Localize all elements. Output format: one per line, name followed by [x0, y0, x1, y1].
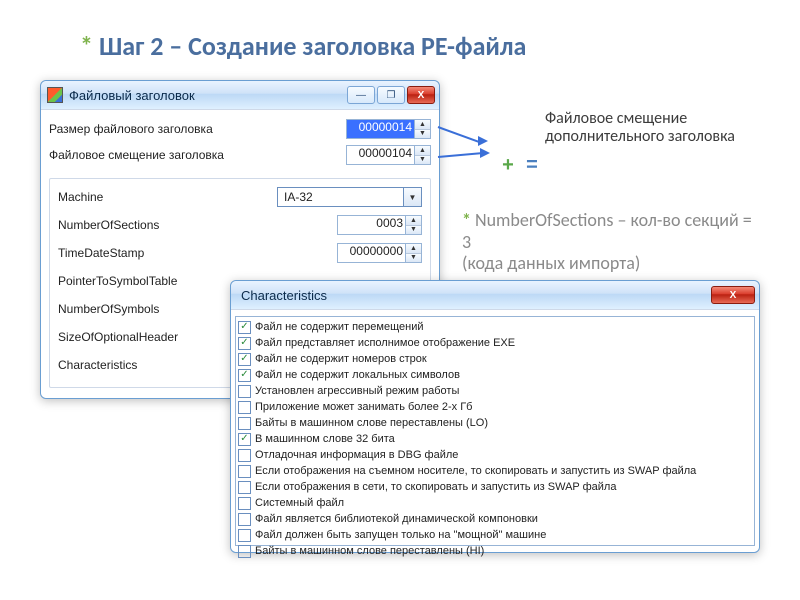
characteristics-item-label: Файл не содержит перемещений: [255, 321, 424, 333]
checkbox[interactable]: [238, 481, 251, 494]
checkbox[interactable]: [238, 433, 251, 446]
characteristics-item[interactable]: Файл является библиотекой динамической к…: [238, 511, 752, 527]
characteristics-item-label: Системный файл: [255, 497, 344, 509]
header-size-field[interactable]: 00000014 ▲▼: [346, 119, 431, 139]
characteristics-item-label: Если отображения в сети, то скопировать …: [255, 481, 616, 493]
characteristics-item[interactable]: Файл представляет исполнимое отображение…: [238, 335, 752, 351]
characteristics-item-label: В машинном слове 32 бита: [255, 433, 395, 445]
bullet-star-icon: *: [462, 209, 471, 231]
annotation-numsections-b: (кода данных импорта): [462, 252, 640, 274]
timedatestamp-value: 00000000: [350, 244, 403, 258]
header-size-label: Размер файлового заголовка: [49, 122, 346, 136]
characteristics-item[interactable]: Байты в машинном слове переставлены (LO): [238, 415, 752, 431]
characteristics-item[interactable]: Файл не содержит перемещений: [238, 319, 752, 335]
app-icon: [47, 87, 63, 103]
maximize-button[interactable]: ❐: [377, 86, 405, 104]
checkbox[interactable]: [238, 385, 251, 398]
characteristics-window: Characteristics X Файл не содержит перем…: [230, 280, 760, 553]
spin-up-icon[interactable]: ▲: [415, 120, 430, 130]
arrows-graphic: [438, 118, 498, 178]
checkbox[interactable]: [238, 353, 251, 366]
characteristics-item[interactable]: Файл должен быть запущен только на "мощн…: [238, 527, 752, 543]
characteristics-item-label: Байты в машинном слове переставлены (LO): [255, 417, 488, 429]
checkbox[interactable]: [238, 369, 251, 382]
characteristics-item-label: Файл представляет исполнимое отображение…: [255, 337, 515, 349]
characteristics-list[interactable]: Файл не содержит перемещений Файл предста…: [235, 316, 755, 546]
header-size-value: 00000014: [359, 120, 412, 134]
numsections-field[interactable]: 0003 ▲▼: [337, 215, 422, 235]
characteristics-item[interactable]: Если отображения на съемном носителе, то…: [238, 463, 752, 479]
spin-down-icon[interactable]: ▼: [415, 130, 430, 139]
checkbox[interactable]: [238, 465, 251, 478]
checkbox[interactable]: [238, 337, 251, 350]
characteristics-item[interactable]: Отладочная информация в DBG файле: [238, 447, 752, 463]
machine-label: Machine: [58, 190, 277, 204]
checkbox[interactable]: [238, 497, 251, 510]
annotation-numsections: *NumberOfSections – кол-во секций = 3 (к…: [462, 210, 762, 275]
checkbox[interactable]: [238, 545, 251, 558]
characteristics-item-label: Байты в машинном слове переставлены (HI): [255, 545, 484, 557]
file-header-titlebar[interactable]: Файловый заголовок — ❐ X: [41, 81, 439, 109]
characteristics-item-label: Файл не содержит локальных символов: [255, 369, 460, 381]
close-button[interactable]: X: [407, 86, 435, 104]
header-offset-field[interactable]: 00000104 ▲▼: [346, 145, 431, 165]
machine-combo[interactable]: IA-32 ▼: [277, 187, 422, 207]
spinner[interactable]: ▲▼: [405, 244, 421, 262]
spin-up-icon[interactable]: ▲: [415, 146, 430, 156]
spinner[interactable]: ▲▼: [405, 216, 421, 234]
numsections-label: NumberOfSections: [58, 218, 337, 232]
slide-title: *Шаг 2 – Создание заголовка PE-файла: [80, 30, 526, 62]
characteristics-item[interactable]: Байты в машинном слове переставлены (HI): [238, 543, 752, 559]
minimize-button[interactable]: —: [347, 86, 375, 104]
characteristics-item[interactable]: Установлен агрессивный режим работы: [238, 383, 752, 399]
file-header-title: Файловый заголовок: [69, 88, 347, 103]
checkbox[interactable]: [238, 321, 251, 334]
characteristics-titlebar[interactable]: Characteristics X: [231, 281, 759, 309]
characteristics-title: Characteristics: [237, 288, 711, 303]
bullet-star-icon: *: [80, 30, 93, 62]
equals-icon: =: [522, 155, 542, 175]
characteristics-item-label: Если отображения на съемном носителе, то…: [255, 465, 696, 477]
timedatestamp-field[interactable]: 00000000 ▲▼: [337, 243, 422, 263]
close-button[interactable]: X: [711, 286, 755, 304]
checkbox[interactable]: [238, 513, 251, 526]
characteristics-item[interactable]: Если отображения в сети, то скопировать …: [238, 479, 752, 495]
header-offset-value: 00000104: [359, 146, 412, 160]
numsections-value: 0003: [376, 216, 403, 230]
characteristics-item-label: Файл не содержит номеров строк: [255, 353, 427, 365]
characteristics-item[interactable]: Файл не содержит локальных символов: [238, 367, 752, 383]
characteristics-item-label: Файл должен быть запущен только на "мощн…: [255, 529, 546, 541]
plus-icon: +: [498, 155, 518, 175]
characteristics-item[interactable]: Системный файл: [238, 495, 752, 511]
spin-up-icon[interactable]: ▲: [406, 244, 421, 254]
spin-down-icon[interactable]: ▼: [406, 254, 421, 263]
characteristics-item-label: Установлен агрессивный режим работы: [255, 385, 459, 397]
checkbox[interactable]: [238, 417, 251, 430]
spin-up-icon[interactable]: ▲: [406, 216, 421, 226]
spinner[interactable]: ▲▼: [414, 146, 430, 164]
checkbox[interactable]: [238, 529, 251, 542]
spinner[interactable]: ▲▼: [414, 120, 430, 138]
characteristics-item[interactable]: В машинном слове 32 бита: [238, 431, 752, 447]
characteristics-item[interactable]: Приложение может занимать более 2-х Гб: [238, 399, 752, 415]
characteristics-item-label: Приложение может занимать более 2-х Гб: [255, 401, 472, 413]
machine-value: IA-32: [278, 190, 403, 204]
annotation-offset: Файловое смещение дополнительного заголо…: [545, 110, 735, 147]
characteristics-item-label: Отладочная информация в DBG файле: [255, 449, 458, 461]
characteristics-item-label: Файл является библиотекой динамической к…: [255, 513, 538, 525]
plus-equals-icon: + =: [498, 155, 542, 175]
timedatestamp-label: TimeDateStamp: [58, 246, 337, 260]
chevron-down-icon[interactable]: ▼: [403, 188, 421, 206]
checkbox[interactable]: [238, 449, 251, 462]
slide-title-text: Шаг 2 – Создание заголовка PE-файла: [99, 30, 526, 62]
spin-down-icon[interactable]: ▼: [406, 226, 421, 235]
checkbox[interactable]: [238, 401, 251, 414]
characteristics-item[interactable]: Файл не содержит номеров строк: [238, 351, 752, 367]
annotation-numsections-a: NumberOfSections – кол-во секций = 3: [462, 209, 752, 253]
spin-down-icon[interactable]: ▼: [415, 156, 430, 165]
header-offset-label: Файловое смещение заголовка: [49, 148, 346, 162]
